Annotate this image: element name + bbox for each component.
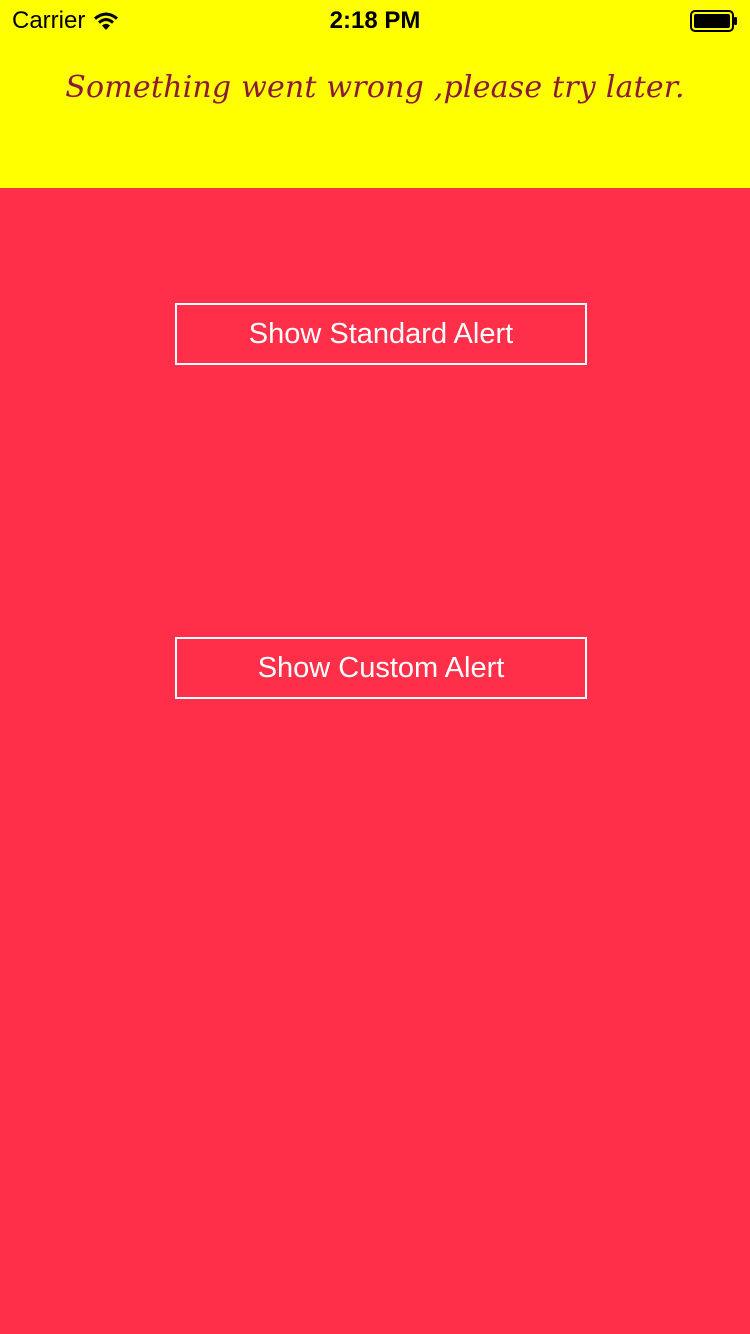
error-banner: Carrier 2:18 PM Something went wrong ,pl…: [0, 0, 750, 188]
error-message: Something went wrong ,please try later.: [65, 70, 685, 105]
status-time: 2:18 PM: [329, 7, 421, 34]
show-custom-alert-button[interactable]: Show Custom Alert: [175, 637, 587, 699]
status-bar: Carrier 2:18 PM: [0, 0, 750, 40]
show-standard-alert-button[interactable]: Show Standard Alert: [175, 303, 587, 365]
battery-icon: [690, 10, 737, 32]
app-screen: Carrier 2:18 PM Something went wrong ,pl…: [0, 0, 750, 1334]
